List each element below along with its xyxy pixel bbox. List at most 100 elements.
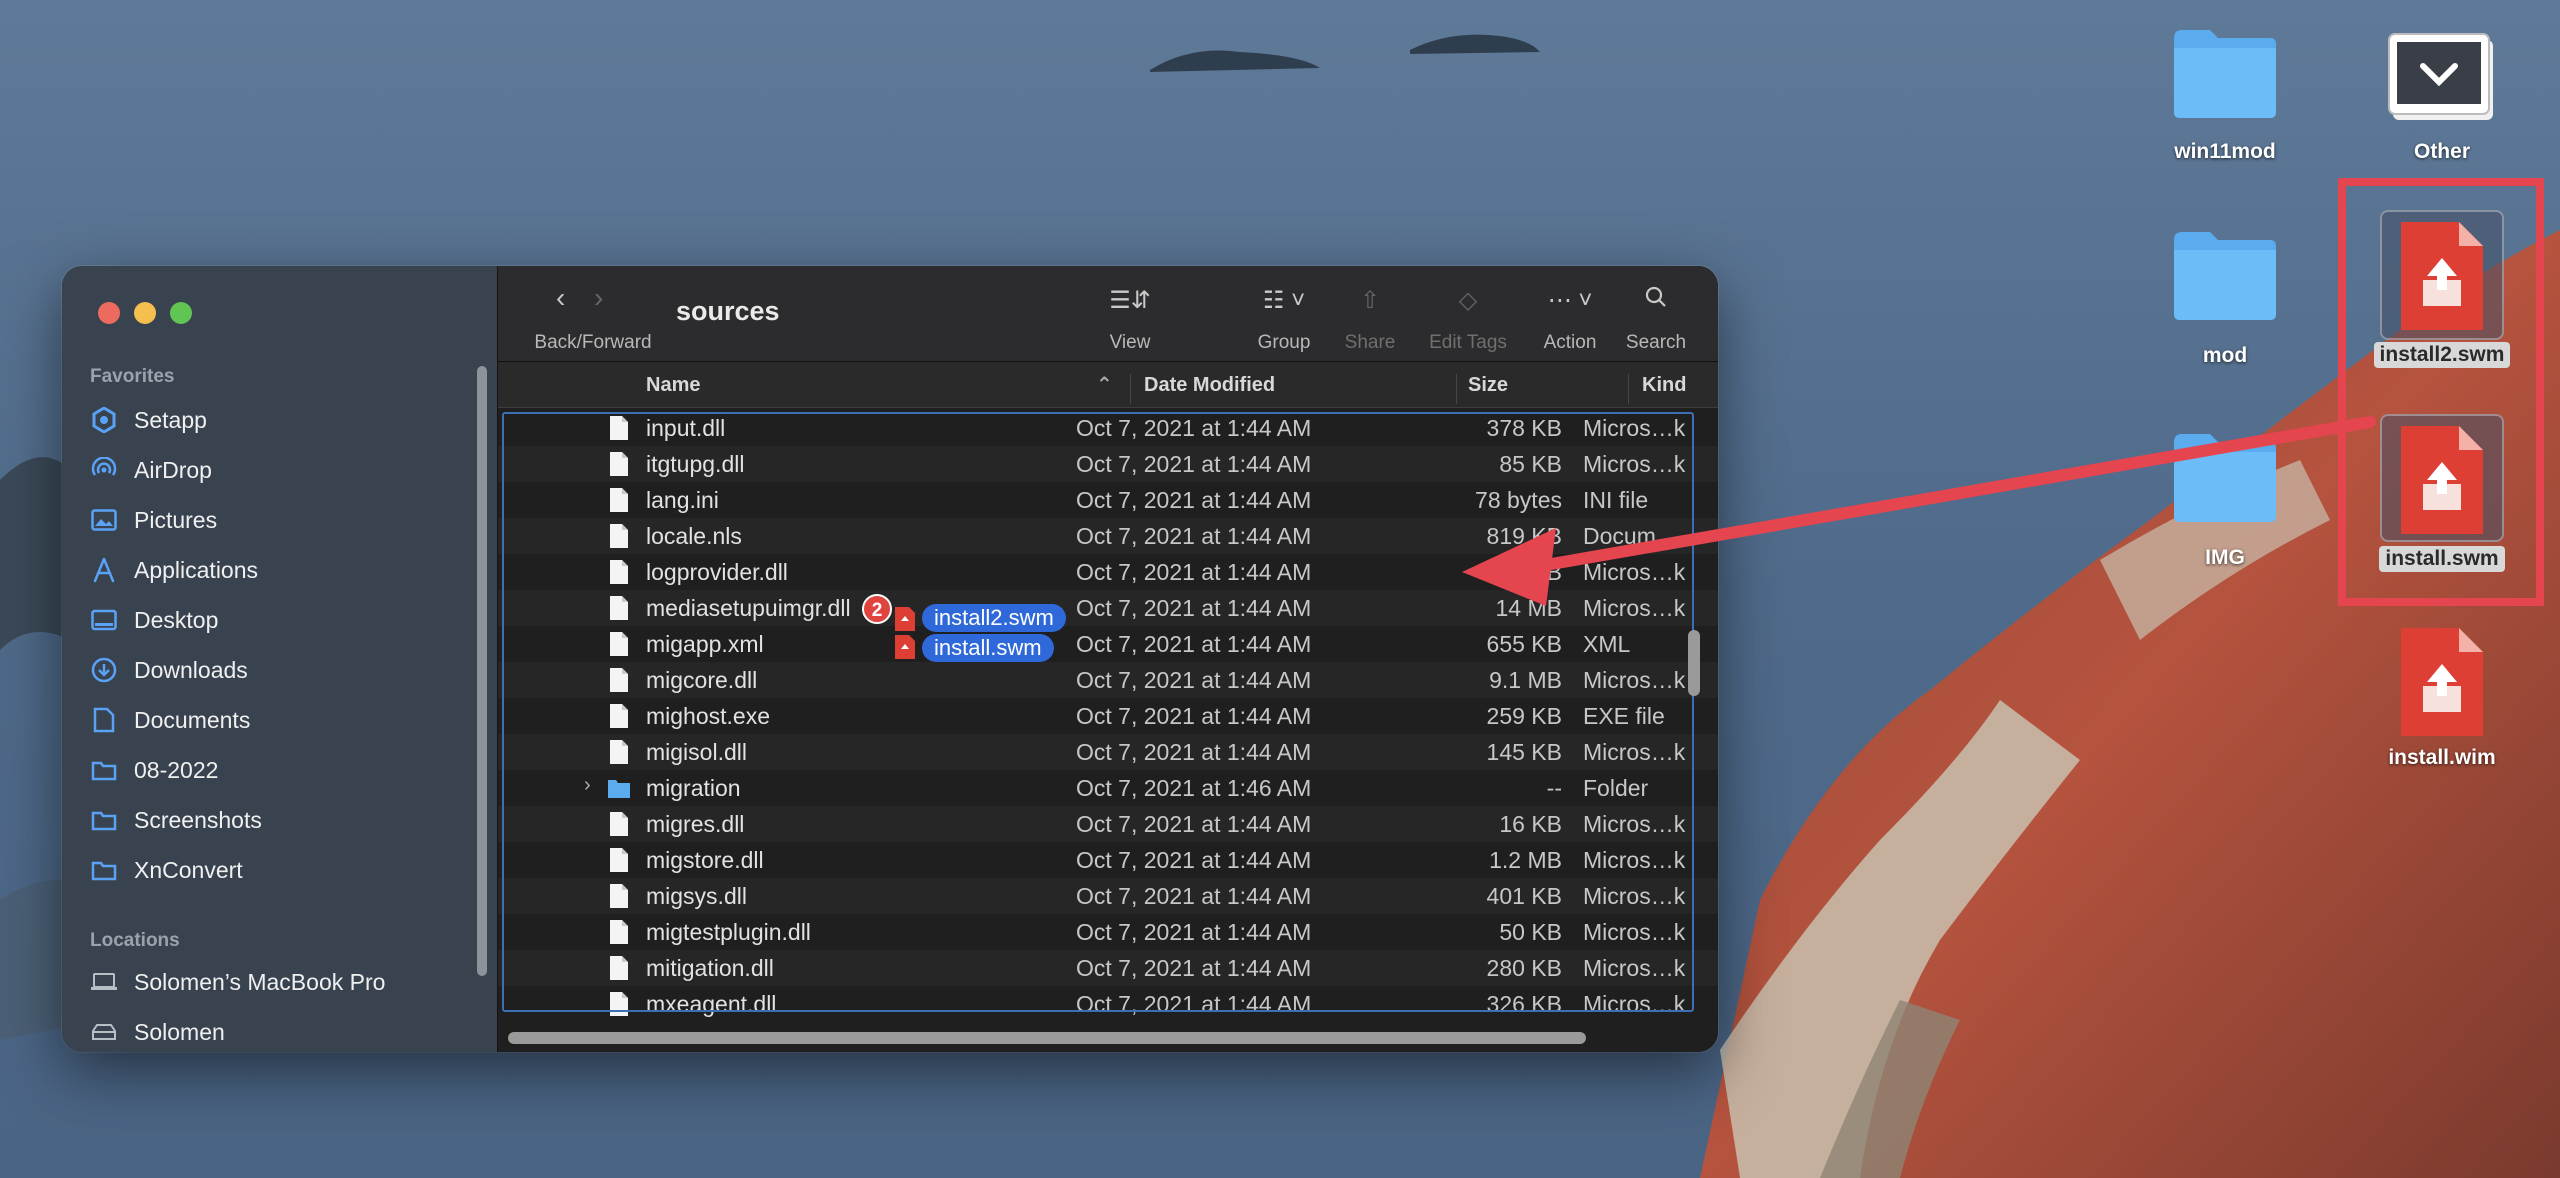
finder-window[interactable]: Favorites Setapp AirDrop Pictures Applic… [62, 266, 1718, 1052]
cell-date: Oct 7, 2021 at 1:44 AM [1076, 559, 1312, 585]
sidebar-item-pictures[interactable]: Pictures [90, 500, 490, 540]
table-row[interactable]: migsys.dll Oct 7, 2021 at 1:44 AM 401 KB Mi… [498, 878, 1718, 914]
table-row[interactable]: migres.dll Oct 7, 2021 at 1:44 AM 16 KB Mic… [498, 806, 1718, 842]
back-icon[interactable]: ‹ [556, 282, 565, 314]
tag-icon[interactable]: ◇ [1448, 286, 1488, 315]
cell-size: KB [1531, 559, 1562, 585]
cell-kind: Micros…k [1583, 451, 1686, 477]
desktop-icon-win11mod[interactable]: win11mod [2145, 24, 2305, 174]
table-row[interactable]: locale.nls Oct 7, 2021 at 1:44 AM 819 KB Do… [498, 518, 1718, 554]
sidebar-item-documents[interactable]: Documents [90, 700, 490, 740]
table-row[interactable]: migapp.xml Oct 7, 2021 at 1:44 AM 655 KB XM… [498, 626, 1718, 662]
sidebar-item-solomen[interactable]: Solomen [90, 1012, 490, 1052]
sidebar-item-screenshots[interactable]: Screenshots [90, 800, 490, 840]
cell-name: mitigation.dll [646, 955, 774, 981]
cell-date: Oct 7, 2021 at 1:46 AM [1076, 775, 1312, 801]
sidebar-item-label: Solomen [134, 1018, 225, 1045]
table-row[interactable]: migisol.dll Oct 7, 2021 at 1:44 AM 145 KB M… [498, 734, 1718, 770]
table-row[interactable]: mediasetupuimgr.dll Oct 7, 2021 at 1:44 A… [498, 590, 1718, 626]
table-row[interactable]: migtestplugin.dll Oct 7, 2021 at 1:44 AM 5… [498, 914, 1718, 950]
folder-icon [608, 780, 630, 798]
file-icon [610, 596, 628, 620]
cell-kind: Folder [1583, 775, 1649, 801]
sidebar-scrollbar[interactable] [477, 366, 487, 976]
cell-name: mediasetupuimgr.dll [646, 595, 851, 621]
cell-size: 326 KB [1486, 991, 1562, 1017]
list-view-icon[interactable]: ☰⇵ [1100, 286, 1160, 315]
document-icon [2401, 628, 2483, 736]
sidebar-item-downloads[interactable]: Downloads [90, 650, 490, 690]
file-icon [610, 920, 628, 944]
forward-icon[interactable]: › [594, 282, 603, 314]
file-icon [610, 884, 628, 908]
desktop-icon-label: mod [2202, 344, 2248, 367]
share-icon[interactable]: ⇧ [1350, 286, 1390, 315]
column-size[interactable]: Size [1468, 374, 1508, 397]
desktop-icon-label: IMG [2205, 546, 2245, 569]
cell-kind: Micros…k [1583, 847, 1686, 873]
desktop-icon-mod[interactable]: mod [2145, 226, 2305, 376]
table-row[interactable]: mxeagent.dll Oct 7, 2021 at 1:44 AM 326 KB… [498, 986, 1718, 1022]
sidebar-item-label: Desktop [134, 606, 219, 633]
sidebar-item-desktop[interactable]: Desktop [90, 600, 490, 640]
cell-size: -- [1546, 775, 1562, 801]
column-kind[interactable]: Kind [1642, 374, 1686, 397]
sidebar-item-applications[interactable]: Applications [90, 550, 490, 590]
table-row[interactable]: migstore.dll Oct 7, 2021 at 1:44 AM 1.2 MB… [498, 842, 1718, 878]
sidebar-item-08-2022[interactable]: 08-2022 [90, 750, 490, 790]
cell-kind: Docum… [1583, 523, 1679, 549]
cell-name: migstore.dll [646, 847, 764, 873]
action-label: Action [1543, 332, 1597, 353]
horizontal-scrollbar[interactable] [508, 1032, 1586, 1044]
file-icon [610, 848, 628, 872]
desktop-icon-img[interactable]: IMG [2145, 428, 2305, 578]
column-name[interactable]: Name [646, 374, 700, 397]
sidebar-item-label: Applications [134, 556, 259, 583]
table-row[interactable]: › migration Oct 7, 2021 at 1:46 AM -- Folder [498, 770, 1718, 806]
laptop-icon [90, 968, 118, 996]
zoom-button[interactable] [170, 302, 192, 324]
table-row[interactable]: migcore.dll Oct 7, 2021 at 1:44 AM 9.1 MB M… [498, 662, 1718, 698]
column-header: Name ⌃ Date Modified Size Kind [498, 362, 1718, 408]
cell-name: mxeagent.dll [646, 991, 777, 1017]
cell-size: 280 KB [1486, 955, 1562, 981]
vertical-scrollbar[interactable] [1688, 630, 1700, 696]
column-date[interactable]: Date Modified [1144, 374, 1275, 397]
sort-chevron-icon: ⌃ [1096, 374, 1113, 396]
sidebar-item-setapp[interactable]: Setapp [90, 400, 490, 440]
table-row[interactable]: itgtupg.dll Oct 7, 2021 at 1:44 AM 85 KB Mi… [498, 446, 1718, 482]
close-button[interactable] [98, 302, 120, 324]
cell-size: 50 KB [1499, 919, 1562, 945]
cell-date: Oct 7, 2021 at 1:44 AM [1076, 703, 1312, 729]
cell-name: migapp.xml [646, 631, 764, 657]
table-row[interactable]: lang.ini Oct 7, 2021 at 1:44 AM 78 bytes IN… [498, 482, 1718, 518]
sidebar-item-label: XnConvert [134, 856, 243, 883]
table-row[interactable]: mighost.exe Oct 7, 2021 at 1:44 AM 259 KB E… [498, 698, 1718, 734]
table-row[interactable]: input.dll Oct 7, 2021 at 1:44 AM 378 KB Mic… [498, 410, 1718, 446]
drag-count-badge: 2 [862, 594, 892, 624]
cell-name: itgtupg.dll [646, 451, 745, 477]
file-icon [610, 632, 628, 656]
sidebar-item-airdrop[interactable]: AirDrop [90, 450, 490, 490]
action-icon[interactable]: ⋯ ˅ [1540, 286, 1600, 315]
sidebar-item-macbook[interactable]: Solomen’s MacBook Pro [90, 962, 490, 1002]
desktop-icon-install-wim[interactable]: install.wim [2362, 622, 2522, 782]
group-icon[interactable]: ☷ ˅ [1254, 286, 1314, 315]
table-row[interactable]: mitigation.dll Oct 7, 2021 at 1:44 AM 280 … [498, 950, 1718, 986]
disclosure-chevron-icon[interactable]: › [584, 774, 591, 797]
file-list[interactable]: input.dll Oct 7, 2021 at 1:44 AM 378 KB Mic… [498, 410, 1718, 1017]
cell-date: Oct 7, 2021 at 1:44 AM [1076, 847, 1312, 873]
cell-name: locale.nls [646, 523, 742, 549]
sidebar: Favorites Setapp AirDrop Pictures Applic… [62, 266, 498, 1052]
desktop-icon-other[interactable]: Other [2362, 24, 2522, 174]
cell-kind: Micros…k [1583, 919, 1686, 945]
file-icon [610, 452, 628, 476]
cell-kind: Micros…k [1583, 811, 1686, 837]
group-label: Group [1257, 332, 1311, 353]
document-icon [895, 635, 915, 659]
table-row[interactable]: logprovider.dll Oct 7, 2021 at 1:44 AM KB M… [498, 554, 1718, 590]
search-icon[interactable] [1636, 286, 1676, 315]
sidebar-item-xnconvert[interactable]: XnConvert [90, 850, 490, 890]
minimize-button[interactable] [134, 302, 156, 324]
sidebar-item-label: Screenshots [134, 806, 262, 833]
